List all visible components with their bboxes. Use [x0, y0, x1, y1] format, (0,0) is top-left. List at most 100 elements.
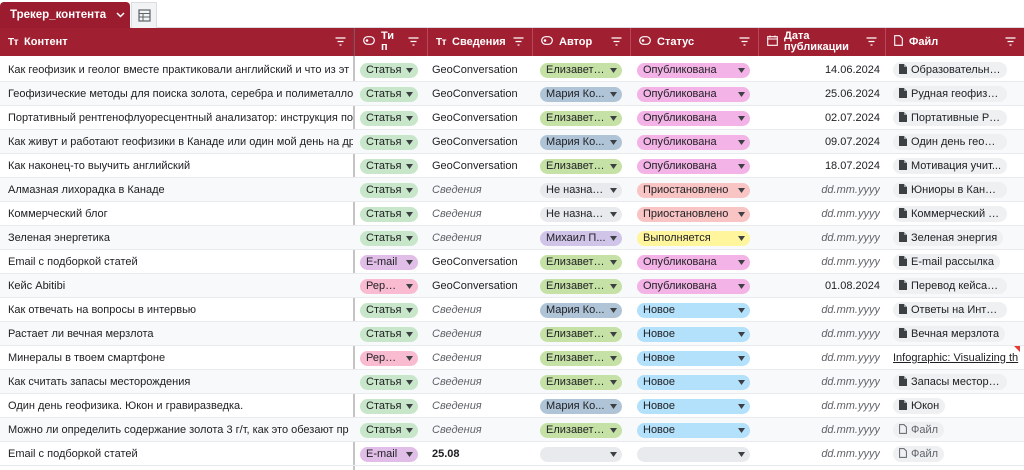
info-cell[interactable]: Сведения — [432, 178, 532, 202]
status-cell[interactable]: Новое — [637, 322, 752, 346]
table-row[interactable]: Один день геофизика. Юкон и гравиразведк… — [0, 394, 1024, 418]
author-cell[interactable]: Елизавета... — [540, 154, 624, 178]
table-row[interactable]: Как считать запасы месторождения Статья Св… — [0, 370, 1024, 394]
info-cell[interactable]: Сведения — [432, 370, 532, 394]
table-row[interactable]: Можно ли определить содержание золота 3 … — [0, 418, 1024, 442]
chevron-down-icon[interactable] — [738, 378, 745, 387]
author-cell[interactable]: Михаил П... — [540, 226, 624, 250]
table-row[interactable]: Растает ли вечная мерзлота Статья Сведения… — [0, 322, 1024, 346]
status-cell[interactable]: Опубликована — [637, 274, 752, 298]
author-chip[interactable]: Елизавета... — [540, 278, 622, 294]
status-chip[interactable]: Новое — [637, 326, 750, 342]
author-cell[interactable]: Елизавета... — [540, 58, 624, 82]
chevron-down-icon[interactable] — [610, 258, 617, 267]
type-cell[interactable]: Статья — [360, 202, 428, 226]
file-cell[interactable]: Запасы месторо... — [893, 370, 1024, 394]
date-cell[interactable]: dd.mm.yyyy — [760, 346, 880, 370]
table-row[interactable]: Как отвечать на вопросы в интервью Статья… — [0, 298, 1024, 322]
status-cell[interactable]: Опубликована — [637, 130, 752, 154]
status-chip[interactable]: Приостановлено — [637, 182, 750, 198]
chevron-down-icon[interactable] — [610, 210, 617, 219]
content-cell[interactable]: Email с подборкой статей — [8, 250, 353, 274]
table-row[interactable]: Коммерческий блог Статья Сведения Не назнач… — [0, 202, 1024, 226]
chevron-down-icon[interactable] — [406, 306, 413, 315]
chevron-down-icon[interactable] — [738, 450, 745, 459]
file-cell[interactable]: Ответы на Интер... — [893, 298, 1024, 322]
content-cell[interactable]: Как живут и работают геофизики в Канаде … — [8, 130, 353, 154]
author-chip[interactable]: Елизавета... — [540, 350, 622, 366]
type-chip[interactable]: Статья — [360, 182, 418, 198]
author-chip[interactable]: Не назнач... — [540, 206, 622, 222]
author-chip[interactable]: Елизавета... — [540, 254, 622, 270]
file-cell[interactable]: Мотивация учит... — [893, 154, 1024, 178]
type-chip[interactable]: Статья — [360, 206, 418, 222]
chevron-down-icon[interactable] — [738, 66, 745, 75]
chevron-down-icon[interactable] — [406, 90, 413, 99]
chevron-down-icon[interactable] — [610, 162, 617, 171]
chevron-down-icon[interactable] — [610, 282, 617, 291]
info-cell[interactable]: Сведения — [432, 226, 532, 250]
content-cell[interactable]: Как наконец-то выучить английский — [8, 154, 353, 178]
author-chip[interactable]: Мария Ко... — [540, 398, 622, 414]
date-cell[interactable]: dd.mm.yyyy — [760, 226, 880, 250]
file-cell[interactable]: Образовательны... — [893, 58, 1024, 82]
info-cell[interactable]: Сведения — [432, 418, 532, 442]
date-cell[interactable]: dd.mm.yyyy — [760, 202, 880, 226]
type-cell[interactable]: Рерайт — [360, 274, 428, 298]
date-cell[interactable]: 18.07.2024 — [760, 154, 880, 178]
column-header-author[interactable]: Автор — [533, 28, 631, 56]
status-chip[interactable]: Новое — [637, 302, 750, 318]
date-cell[interactable]: dd.mm.yyyy — [760, 442, 880, 466]
type-cell[interactable]: Статья — [360, 418, 428, 442]
status-chip[interactable]: Новое — [637, 422, 750, 438]
status-chip[interactable] — [637, 446, 750, 462]
info-cell[interactable]: 25.08 — [432, 442, 532, 466]
status-cell[interactable]: Новое — [637, 394, 752, 418]
author-chip[interactable]: Елизавета... — [540, 110, 622, 126]
chevron-down-icon[interactable] — [738, 306, 745, 315]
author-cell[interactable]: Елизавета... — [540, 418, 624, 442]
file-chip[interactable]: Рудная геофизика — [893, 86, 1007, 102]
column-header-info[interactable]: Тт Сведения — [428, 28, 533, 56]
content-cell[interactable]: Коммерческий блог — [8, 202, 353, 226]
type-cell[interactable]: E-mail — [360, 250, 428, 274]
chevron-down-icon[interactable] — [738, 282, 745, 291]
status-chip[interactable]: Новое — [637, 350, 750, 366]
file-chip[interactable]: Образовательны... — [893, 62, 1007, 78]
date-cell[interactable]: 25.06.2024 — [760, 82, 880, 106]
type-chip[interactable]: Статья — [360, 62, 418, 78]
chevron-down-icon[interactable] — [406, 426, 413, 435]
date-cell[interactable]: dd.mm.yyyy — [760, 394, 880, 418]
type-chip[interactable]: Статья — [360, 86, 418, 102]
chevron-down-icon[interactable] — [406, 162, 413, 171]
status-chip[interactable]: Новое — [637, 374, 750, 390]
type-chip[interactable]: Статья — [360, 110, 418, 126]
chevron-down-icon[interactable] — [406, 234, 413, 243]
chevron-down-icon[interactable] — [610, 234, 617, 243]
author-chip[interactable]: Елизавета... — [540, 62, 622, 78]
chevron-down-icon[interactable] — [610, 330, 617, 339]
chevron-down-icon[interactable] — [738, 234, 745, 243]
chevron-down-icon[interactable] — [738, 426, 745, 435]
file-chip[interactable]: Файл — [893, 446, 945, 462]
type-cell[interactable]: Статья — [360, 226, 428, 250]
content-cell[interactable]: Один день геофизика. Юкон и гравиразведк… — [8, 394, 353, 418]
table-row[interactable]: Email с подборкой статей E-mail GeoConvers… — [0, 250, 1024, 274]
content-cell[interactable]: Как считать запасы месторождения — [8, 370, 353, 394]
author-chip[interactable]: Мария Ко... — [540, 86, 622, 102]
info-cell[interactable]: GeoConversation — [432, 274, 532, 298]
file-cell[interactable]: Рудная геофизика — [893, 82, 1024, 106]
content-cell[interactable]: Как геофизик и геолог вместе практиковал… — [8, 58, 353, 82]
status-cell[interactable]: Новое — [637, 346, 752, 370]
type-chip[interactable]: Рерайт — [360, 278, 418, 294]
chevron-down-icon[interactable] — [610, 306, 617, 315]
column-header-type[interactable]: Ти п — [355, 28, 428, 56]
info-cell[interactable]: Сведения — [432, 298, 532, 322]
author-chip[interactable]: Елизавета... — [540, 326, 622, 342]
file-cell[interactable]: Один день геофи... — [893, 130, 1024, 154]
file-chip[interactable]: Файл — [893, 422, 945, 438]
content-cell[interactable]: Кейс Abitibi — [8, 274, 353, 298]
author-chip[interactable]: Михаил П... — [540, 230, 622, 246]
content-cell[interactable]: Можно ли определить содержание золота 3 … — [8, 418, 353, 442]
file-chip[interactable]: Зеленая энергия — [893, 230, 1004, 246]
